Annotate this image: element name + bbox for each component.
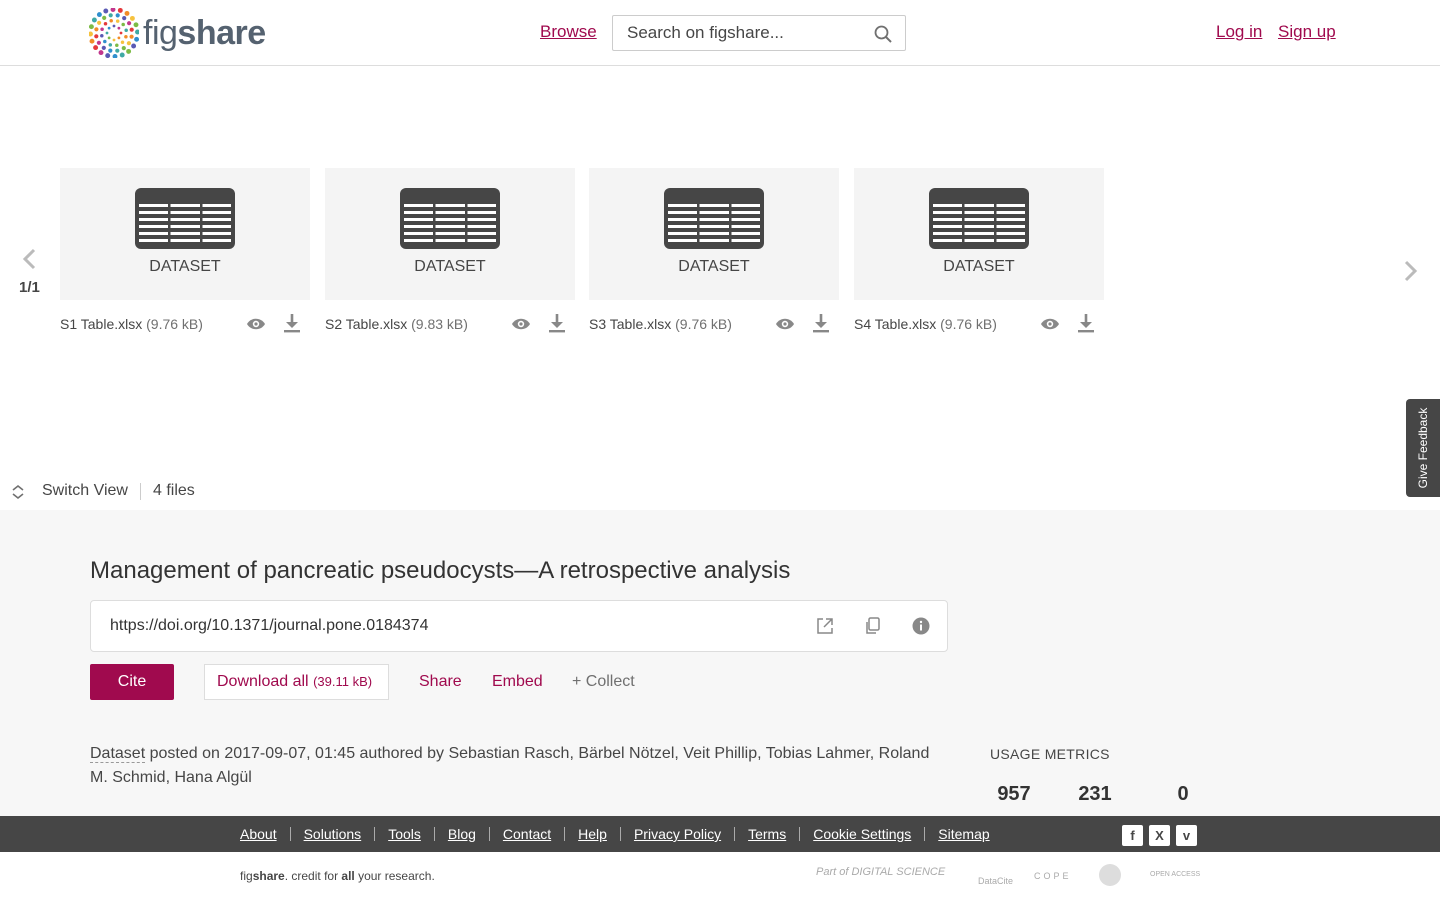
file-card: DATASET S3 Table.xlsx (9.76 kB) — [589, 168, 839, 340]
file-name: S1 Table.xlsx — [60, 316, 143, 332]
download-icon[interactable] — [811, 312, 831, 334]
seal-icon[interactable] — [1099, 864, 1121, 886]
share-button[interactable]: Share — [419, 673, 462, 691]
item-details: Management of pancreatic pseudocysts—A r… — [0, 510, 1440, 816]
file-card: DATASET S1 Table.xlsx (9.76 kB) — [60, 168, 310, 340]
footer-link-solutions[interactable]: Solutions — [304, 826, 362, 842]
footer-bar: About Solutions Tools Blog Contact Help … — [0, 816, 1440, 852]
file-type-label: DATASET — [149, 258, 221, 275]
metric-citations: 0 — [1177, 783, 1189, 805]
site-header: figshare Browse Log in Sign up — [0, 0, 1440, 66]
signup-link[interactable]: Sign up — [1278, 22, 1336, 42]
embed-button[interactable]: Embed — [492, 673, 543, 691]
eye-icon[interactable] — [511, 314, 531, 334]
table-icon — [929, 188, 1029, 249]
file-meta: S2 Table.xlsx (9.83 kB) — [325, 314, 575, 340]
download-all-button[interactable]: Download all (39.11 kB) — [204, 664, 389, 700]
divider — [140, 483, 141, 500]
footer-link-about[interactable]: About — [240, 826, 277, 842]
file-thumbnail[interactable]: DATASET — [325, 168, 575, 300]
file-size: (9.76 kB) — [675, 316, 732, 332]
open-access-logo[interactable]: OPEN ACCESS — [1150, 871, 1200, 878]
digital-science-logo[interactable]: Part of DIGITAL SCIENCE — [816, 866, 945, 878]
file-meta: S1 Table.xlsx (9.76 kB) — [60, 314, 310, 340]
file-name: S2 Table.xlsx — [325, 316, 408, 332]
figshare-logo-icon — [89, 8, 139, 58]
chevron-right-icon[interactable] — [1400, 260, 1420, 282]
file-size: (9.76 kB) — [146, 316, 203, 332]
download-icon[interactable] — [1076, 312, 1096, 334]
file-type-label: DATASET — [678, 258, 750, 275]
download-icon[interactable] — [282, 312, 302, 334]
file-thumbnail[interactable]: DATASET — [589, 168, 839, 300]
logo-text: figshare — [143, 13, 266, 52]
footer-link-contact[interactable]: Contact — [503, 826, 551, 842]
table-icon — [135, 188, 235, 249]
vimeo-icon[interactable]: v — [1176, 825, 1197, 846]
figshare-logo[interactable]: figshare — [89, 7, 266, 59]
download-all-size: (39.11 kB) — [313, 674, 373, 689]
info-icon[interactable] — [911, 616, 931, 636]
footer-link-cookie-settings[interactable]: Cookie Settings — [813, 826, 911, 842]
item-type-link[interactable]: Dataset — [90, 745, 146, 763]
footer-link-tools[interactable]: Tools — [388, 826, 421, 842]
footer-links: About Solutions Tools Blog Contact Help … — [240, 826, 990, 842]
posted-info: Dataset posted on 2017-09-07, 01:45 auth… — [90, 742, 940, 790]
collect-button[interactable]: + Collect — [572, 673, 635, 691]
file-meta: S3 Table.xlsx (9.76 kB) — [589, 314, 839, 340]
facebook-icon[interactable]: f — [1122, 825, 1143, 846]
footer-tagline: figshare. credit for all your research. — [240, 869, 435, 883]
cope-logo[interactable]: COPE — [1034, 871, 1072, 881]
footer-link-blog[interactable]: Blog — [448, 826, 476, 842]
table-icon — [664, 188, 764, 249]
page-title: Management of pancreatic pseudocysts—A r… — [90, 557, 791, 584]
file-name: S4 Table.xlsx — [854, 316, 937, 332]
search-box[interactable] — [612, 15, 906, 51]
give-feedback-tab[interactable]: Give Feedback — [1406, 399, 1440, 497]
download-all-label: Download all — [217, 673, 309, 690]
download-icon[interactable] — [547, 312, 567, 334]
file-meta: S4 Table.xlsx (9.76 kB) — [854, 314, 1104, 340]
file-card: DATASET S2 Table.xlsx (9.83 kB) — [325, 168, 575, 340]
file-thumbnail[interactable]: DATASET — [854, 168, 1104, 300]
file-name: S3 Table.xlsx — [589, 316, 672, 332]
eye-icon[interactable] — [775, 314, 795, 334]
switch-view-icon[interactable] — [11, 484, 25, 500]
eye-icon[interactable] — [1040, 314, 1060, 334]
footer-link-terms[interactable]: Terms — [748, 826, 786, 842]
doi-link[interactable]: https://doi.org/10.1371/journal.pone.018… — [110, 617, 428, 635]
search-icon[interactable] — [873, 24, 893, 44]
usage-metrics-label: USAGE METRICS — [990, 746, 1110, 762]
footer-link-privacy[interactable]: Privacy Policy — [634, 826, 721, 842]
give-feedback-label: Give Feedback — [1416, 407, 1430, 489]
file-size: (9.76 kB) — [940, 316, 997, 332]
footer-link-sitemap[interactable]: Sitemap — [938, 826, 989, 842]
cite-button[interactable]: Cite — [90, 664, 174, 700]
file-type-label: DATASET — [414, 258, 486, 275]
switch-view-button[interactable]: Switch View — [42, 482, 128, 500]
files-count: 4 files — [153, 482, 195, 499]
chevron-left-icon[interactable] — [20, 248, 40, 270]
file-size: (9.83 kB) — [411, 316, 468, 332]
metric-downloads: 231 — [1078, 783, 1112, 805]
eye-icon[interactable] — [246, 314, 266, 334]
external-link-icon[interactable] — [815, 616, 835, 636]
file-type-label: DATASET — [943, 258, 1015, 275]
browse-link[interactable]: Browse — [540, 22, 597, 42]
table-icon — [400, 188, 500, 249]
copy-icon[interactable] — [863, 616, 883, 636]
footer-bottom: figshare. credit for all your research. … — [0, 852, 1440, 900]
metric-views: 957 — [997, 783, 1031, 805]
carousel-page-indicator: 1/1 — [19, 279, 40, 296]
doi-box: https://doi.org/10.1371/journal.pone.018… — [90, 600, 948, 652]
file-card: DATASET S4 Table.xlsx (9.76 kB) — [854, 168, 1104, 340]
file-thumbnail[interactable]: DATASET — [60, 168, 310, 300]
datacite-logo[interactable]: DataCite — [978, 876, 1013, 886]
posted-text: posted on 2017-09-07, 01:45 authored by … — [90, 745, 930, 786]
login-link[interactable]: Log in — [1216, 22, 1262, 42]
footer-link-help[interactable]: Help — [578, 826, 607, 842]
search-input[interactable] — [627, 23, 857, 43]
x-icon[interactable]: X — [1149, 825, 1170, 846]
